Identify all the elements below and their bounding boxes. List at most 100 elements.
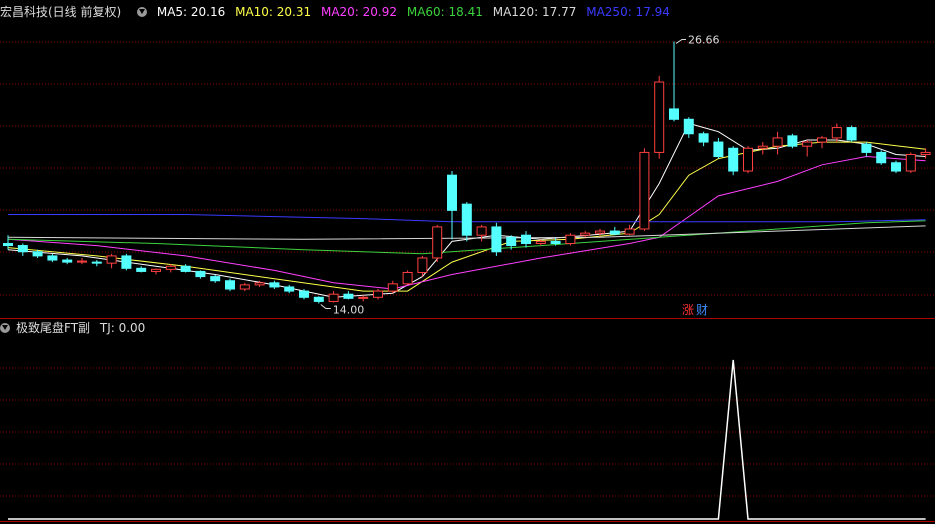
- candle: [521, 231, 531, 248]
- candle: [77, 257, 87, 265]
- candle: [121, 253, 132, 271]
- candle-body: [402, 271, 413, 285]
- candle: [817, 135, 827, 149]
- candle: [920, 148, 931, 159]
- candle: [447, 171, 457, 240]
- candle: [225, 278, 235, 292]
- grid-lines: [0, 41, 935, 522]
- candle: [387, 280, 398, 294]
- candle-body: [17, 245, 28, 253]
- candle-body: [861, 143, 872, 153]
- ma120-label: MA120: 17.77: [492, 5, 577, 19]
- candle-body: [891, 162, 901, 172]
- candle-body: [269, 282, 280, 288]
- candle-body: [876, 151, 887, 164]
- low-price-label: 14.00: [333, 304, 365, 317]
- candle-body: [180, 265, 191, 272]
- ma5-label: MA5: 20.16: [156, 5, 226, 19]
- high-pointer: [675, 38, 686, 44]
- candle: [772, 131, 783, 155]
- candle: [565, 233, 576, 246]
- candle: [713, 137, 724, 159]
- ma250-label: MA250: 17.94: [586, 5, 670, 19]
- ma10-label: MA10: 20.31: [235, 5, 312, 19]
- candle: [698, 131, 709, 147]
- candle: [358, 295, 369, 302]
- candle-body: [417, 257, 428, 273]
- candle-body: [106, 255, 117, 264]
- candle-body: [432, 226, 443, 259]
- candle: [654, 75, 665, 159]
- candle: [151, 268, 161, 275]
- indicator-legend: 极致尾盘FT副 TJ: 0.00: [0, 319, 151, 335]
- candle-body: [669, 108, 679, 120]
- candle-body: [358, 296, 369, 299]
- candle-body: [47, 255, 58, 261]
- candle-body: [491, 226, 502, 253]
- candle-body: [609, 230, 620, 235]
- candle-body: [535, 240, 546, 244]
- candle-body: [683, 118, 694, 135]
- candle: [195, 270, 206, 279]
- candle-body: [299, 290, 309, 298]
- candle-body: [225, 280, 235, 290]
- candle: [343, 291, 354, 300]
- candle: [639, 148, 650, 232]
- candle-body: [284, 286, 295, 292]
- candle-body: [62, 259, 73, 263]
- candle: [461, 202, 472, 242]
- settings-dropdown-icon[interactable]: [137, 7, 148, 17]
- indicator-dropdown-icon[interactable]: [0, 323, 10, 333]
- candle: [876, 150, 887, 165]
- candle-body: [846, 127, 857, 141]
- candle: [609, 226, 620, 236]
- candle-body: [313, 296, 324, 302]
- candle: [91, 260, 102, 267]
- candle: [683, 117, 694, 138]
- candle: [802, 139, 813, 157]
- candle: [787, 133, 798, 149]
- candle: [861, 142, 872, 157]
- low-pointer: [320, 304, 331, 310]
- candle-body: [77, 260, 87, 263]
- candle-body: [639, 151, 650, 230]
- candle-body: [624, 228, 635, 235]
- candle-body: [239, 284, 250, 290]
- badge-group[interactable]: 涨财: [681, 303, 709, 317]
- candle-body: [210, 276, 221, 282]
- candle-body: [3, 242, 13, 247]
- candle: [47, 253, 58, 263]
- main-legend: 宏昌科技(日线 前复权) MA5: 20.16 MA10: 20.31 MA20…: [0, 3, 676, 21]
- chart-canvas: 26.66 14.00: [0, 33, 935, 522]
- tj-line: [8, 359, 926, 520]
- indicator-title[interactable]: 极致尾盘FT副: [16, 319, 90, 336]
- candle-body: [506, 236, 517, 247]
- candle: [239, 282, 250, 292]
- candle-body: [32, 251, 43, 257]
- high-price-label: 26.66: [688, 33, 720, 46]
- candle: [269, 280, 280, 290]
- candle-body: [654, 81, 665, 153]
- candle: [210, 274, 221, 283]
- candle: [106, 253, 117, 269]
- candle: [62, 257, 73, 265]
- candle-body: [121, 255, 132, 269]
- candle-body: [328, 293, 339, 302]
- candle-body: [920, 151, 931, 155]
- candle: [905, 152, 916, 174]
- candle-body: [698, 133, 709, 143]
- candle-body: [387, 283, 398, 292]
- candle-body: [787, 135, 798, 147]
- candle-body: [743, 147, 753, 172]
- candle-body: [565, 234, 576, 244]
- candle: [373, 289, 383, 300]
- stock-title[interactable]: 宏昌科技(日线 前复权): [0, 3, 127, 20]
- candle-body: [802, 141, 813, 147]
- candle-body: [905, 153, 916, 172]
- candle: [580, 231, 591, 238]
- candle: [17, 243, 28, 256]
- stock-title-text: 宏昌科技(日线 前复权): [0, 5, 122, 19]
- ma20-label: MA20: 20.92: [320, 5, 398, 19]
- zhang-badge: 涨: [682, 303, 695, 317]
- candle-body: [151, 268, 161, 272]
